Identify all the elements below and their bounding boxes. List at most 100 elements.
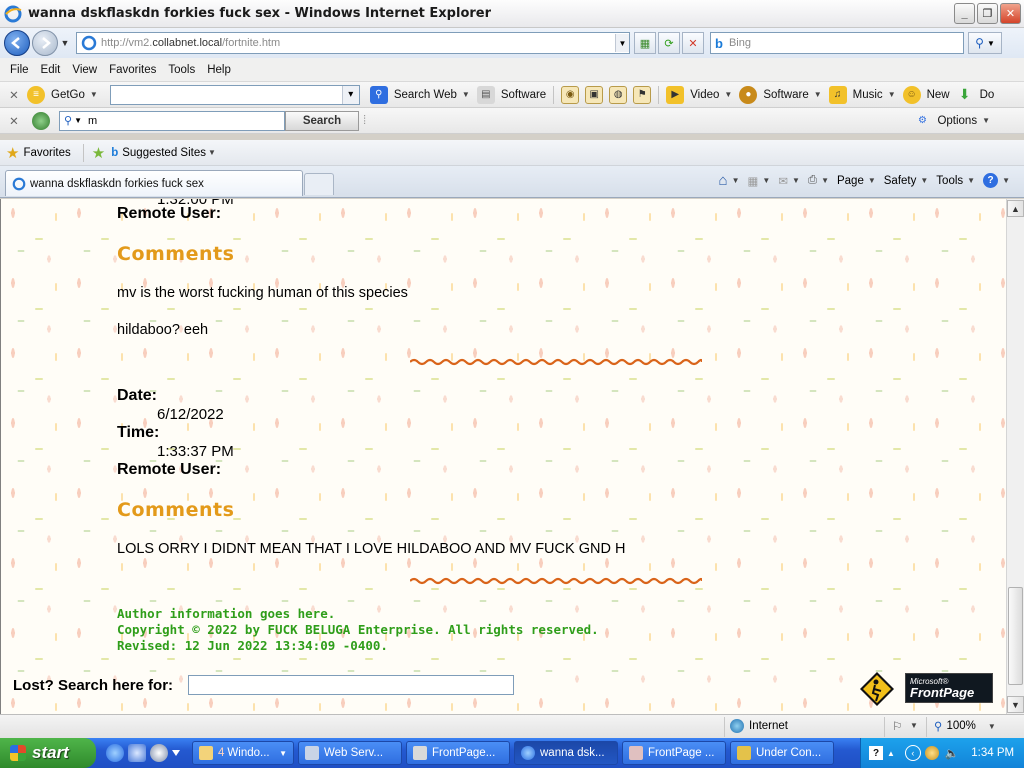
ie-quicklaunch-icon[interactable] [106, 744, 124, 762]
media-icon[interactable]: ▣ [585, 85, 604, 104]
taskbar-item-frontpage-2[interactable]: FrontPage ... [622, 741, 726, 765]
safety-menu[interactable]: Safety [884, 175, 917, 187]
music-button[interactable]: Music [853, 89, 883, 101]
minimize-button[interactable]: _ [954, 3, 975, 24]
zoom-control[interactable]: ⚲ 100% ▼ [934, 719, 1000, 733]
tray-chevron-icon[interactable]: ‹ [904, 745, 921, 761]
search-engine-dropdown[interactable]: ▼ [74, 116, 82, 125]
desktop-quicklaunch-icon[interactable] [128, 744, 146, 762]
media-player-quicklaunch-icon[interactable] [150, 744, 168, 762]
search-web-button[interactable]: Search Web [394, 89, 457, 101]
page-dropdown[interactable]: ▼ [868, 176, 876, 185]
search-web-dropdown[interactable]: ▼ [462, 90, 470, 99]
person-icon[interactable]: ⚑ [633, 85, 652, 104]
search-go-button[interactable]: ⚲ ▼ [968, 32, 1002, 54]
close-toolbar-icon[interactable]: ✕ [4, 88, 24, 102]
rss-icon[interactable]: ◉ [561, 85, 580, 104]
getgo-label[interactable]: GetGo [51, 89, 85, 101]
protected-mode-icon[interactable]: ⚐ [892, 719, 902, 733]
safety-dropdown[interactable]: ▼ [920, 176, 928, 185]
taskbar-item-folders[interactable]: 4 Windo... ▼ [192, 741, 294, 765]
close-toolbar-icon[interactable]: ✕ [4, 114, 24, 128]
url-prefix: http://vm2. [101, 37, 153, 49]
tools-dropdown[interactable]: ▼ [967, 176, 975, 185]
video-button[interactable]: Video [690, 89, 719, 101]
help-icon[interactable]: ? [983, 173, 999, 188]
address-bar[interactable]: http://vm2. collabnet.local/fortnite.htm … [76, 32, 630, 54]
refresh-button[interactable]: ⟳ [658, 32, 680, 54]
mail-icon[interactable]: ✉ [778, 174, 788, 188]
menu-edit[interactable]: Edit [41, 64, 61, 76]
music-dropdown[interactable]: ▼ [888, 90, 896, 99]
menu-help[interactable]: Help [207, 64, 231, 76]
scroll-thumb[interactable] [1008, 587, 1023, 685]
ie-logo-icon [4, 5, 22, 22]
menu-file[interactable]: File [10, 64, 29, 76]
menu-view[interactable]: View [72, 64, 97, 76]
home-icon[interactable]: ⌂ [719, 172, 728, 189]
tools-menu[interactable]: Tools [936, 175, 963, 187]
protected-mode-dropdown[interactable]: ▼ [910, 721, 918, 730]
search-button[interactable]: Search [285, 110, 359, 131]
menu-tools[interactable]: Tools [168, 64, 195, 76]
truncated-button[interactable]: Do [980, 89, 995, 101]
software-button[interactable]: Software [501, 89, 546, 101]
feeds-icon[interactable]: ▦ [748, 174, 759, 188]
page-menu[interactable]: Page [837, 175, 864, 187]
toolbar-search-input[interactable]: ⚲ ▼ m [59, 110, 285, 131]
scroll-up-button[interactable]: ▲ [1007, 200, 1024, 217]
toolbar-search-select[interactable] [109, 84, 360, 105]
quicklaunch-more-icon[interactable] [172, 750, 180, 758]
zoom-dropdown[interactable]: ▼ [988, 722, 996, 731]
network-tray-icon[interactable] [924, 746, 939, 760]
forward-button[interactable] [32, 30, 58, 56]
video-dropdown[interactable]: ▼ [724, 90, 732, 99]
under-construction-icon [860, 672, 894, 706]
home-dropdown[interactable]: ▼ [732, 176, 740, 185]
software-menu-button[interactable]: Software [763, 89, 808, 101]
taskbar-item-web-services[interactable]: Web Serv... [298, 741, 402, 765]
menu-favorites[interactable]: Favorites [109, 64, 156, 76]
taskbar-item-label: Web Serv... [324, 747, 384, 759]
getgo-dropdown[interactable]: ▼ [90, 90, 98, 99]
taskbar-item-frontpage[interactable]: FrontPage... [406, 741, 510, 765]
recent-pages-dropdown[interactable]: ▼ [58, 38, 72, 48]
feeds-dropdown[interactable]: ▼ [762, 176, 770, 185]
taskbar-item-ie-active[interactable]: wanna dsk... [514, 741, 618, 765]
time-label: Time: [117, 424, 160, 441]
security-zone[interactable]: Internet [730, 719, 788, 733]
address-dropdown[interactable]: ▼ [615, 34, 629, 52]
back-button[interactable] [4, 30, 30, 56]
speaker-tray-icon[interactable]: 🔈 [945, 746, 959, 760]
help-dropdown[interactable]: ▼ [1002, 176, 1010, 185]
search-box[interactable]: b Bing [710, 32, 964, 54]
globe-icon[interactable]: ◍ [609, 85, 628, 104]
add-favorite-icon[interactable]: ★ [92, 144, 105, 162]
start-button[interactable]: start [0, 738, 96, 768]
stop-button[interactable]: ✕ [682, 32, 704, 54]
suggested-sites-button[interactable]: Suggested Sites [122, 147, 206, 159]
tray-expand-icon[interactable]: ▲ [887, 749, 895, 758]
suggested-sites-dropdown[interactable]: ▼ [208, 148, 216, 157]
software-dropdown[interactable]: ▼ [814, 90, 822, 99]
taskbar-item-under-construction[interactable]: Under Con... [730, 741, 834, 765]
wavy-divider [410, 577, 702, 585]
new-tab-button[interactable] [304, 173, 334, 195]
mail-dropdown[interactable]: ▼ [792, 176, 800, 185]
new-button[interactable]: New [927, 89, 950, 101]
print-icon[interactable]: ⎙ [808, 174, 817, 187]
site-search-input[interactable] [188, 675, 514, 695]
options-button[interactable]: Options [937, 115, 977, 127]
toolbar-grip[interactable]: ⁞ [363, 115, 366, 127]
favorites-button[interactable]: Favorites [23, 147, 70, 159]
tab-active[interactable]: wanna dskflaskdn forkies fuck sex [5, 170, 303, 196]
compatibility-view-button[interactable]: ▦ [634, 32, 656, 54]
scroll-down-button[interactable]: ▼ [1007, 696, 1024, 713]
restore-button[interactable]: ❐ [977, 3, 998, 24]
clock[interactable]: 1:34 PM [971, 747, 1014, 759]
help-tray-icon[interactable]: ? [869, 746, 883, 760]
vertical-scrollbar[interactable]: ▲ ▼ [1006, 199, 1024, 714]
close-button[interactable]: ✕ [1000, 3, 1021, 24]
print-dropdown[interactable]: ▼ [821, 176, 829, 185]
options-dropdown[interactable]: ▼ [982, 116, 990, 125]
